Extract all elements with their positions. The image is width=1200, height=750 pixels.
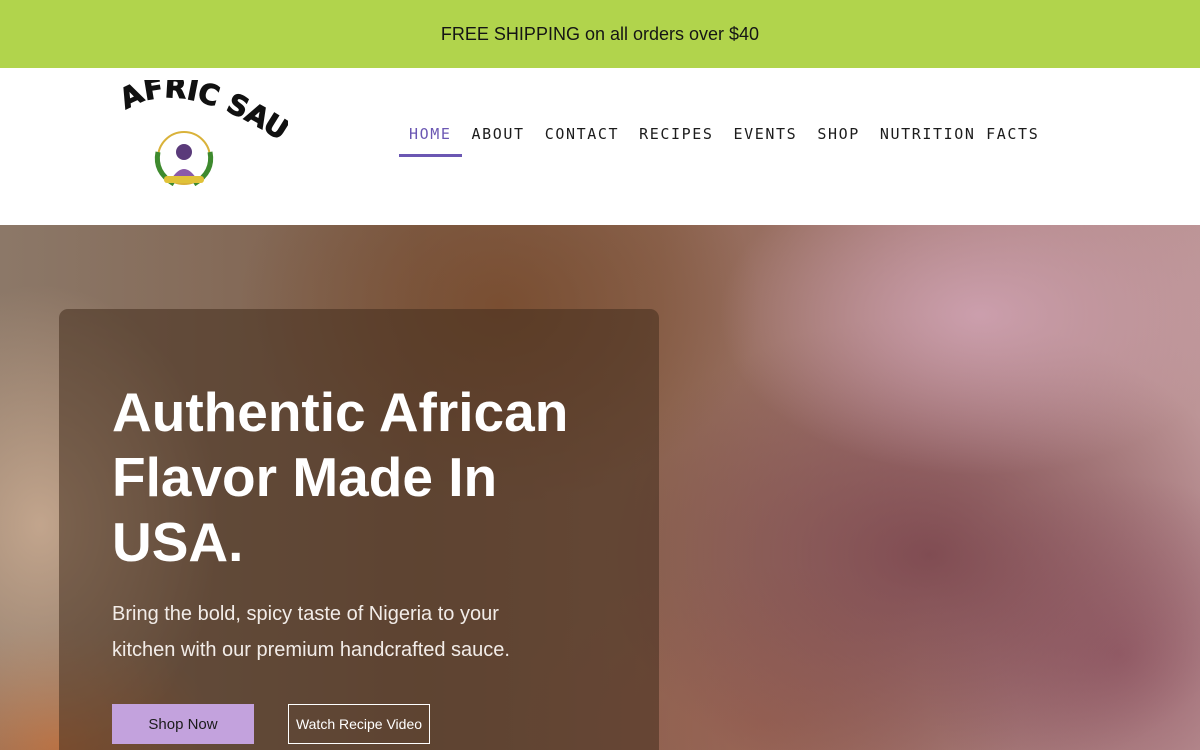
- nav-item-home[interactable]: HOME: [399, 113, 462, 157]
- nav-item-about[interactable]: ABOUT: [462, 113, 535, 157]
- nav-item-events[interactable]: EVENTS: [724, 113, 808, 157]
- logo-image: AFRIC SAUCE: [118, 80, 288, 187]
- hero-subtitle: Bring the bold, spicy taste of Nigeria t…: [112, 603, 510, 661]
- nav-item-shop[interactable]: SHOP: [807, 113, 870, 157]
- announcement-bar: FREE SHIPPING on all orders over $40: [0, 0, 1200, 68]
- nav-item-recipes[interactable]: RECIPES: [629, 113, 723, 157]
- watch-recipe-video-button[interactable]: Watch Recipe Video: [288, 704, 430, 744]
- shop-now-button[interactable]: Shop Now: [112, 704, 254, 744]
- site-header: AFRIC SAUCE HOME ABOUT CONTACT RECIPES E…: [0, 68, 1200, 225]
- svg-text:AFRIC SAUCE: AFRIC SAUCE: [118, 80, 288, 147]
- main-nav: HOME ABOUT CONTACT RECIPES EVENTS SHOP N…: [399, 113, 1049, 157]
- nav-item-nutrition-facts[interactable]: NUTRITION FACTS: [870, 113, 1049, 157]
- logo[interactable]: AFRIC SAUCE: [118, 80, 288, 198]
- hero-title: Authentic African Flavor Made In USA.: [112, 381, 569, 573]
- nav-item-contact[interactable]: CONTACT: [535, 113, 629, 157]
- hero-section: Authentic African Flavor Made In USA. Br…: [0, 225, 1200, 750]
- announcement-text: FREE SHIPPING on all orders over $40: [440, 23, 760, 44]
